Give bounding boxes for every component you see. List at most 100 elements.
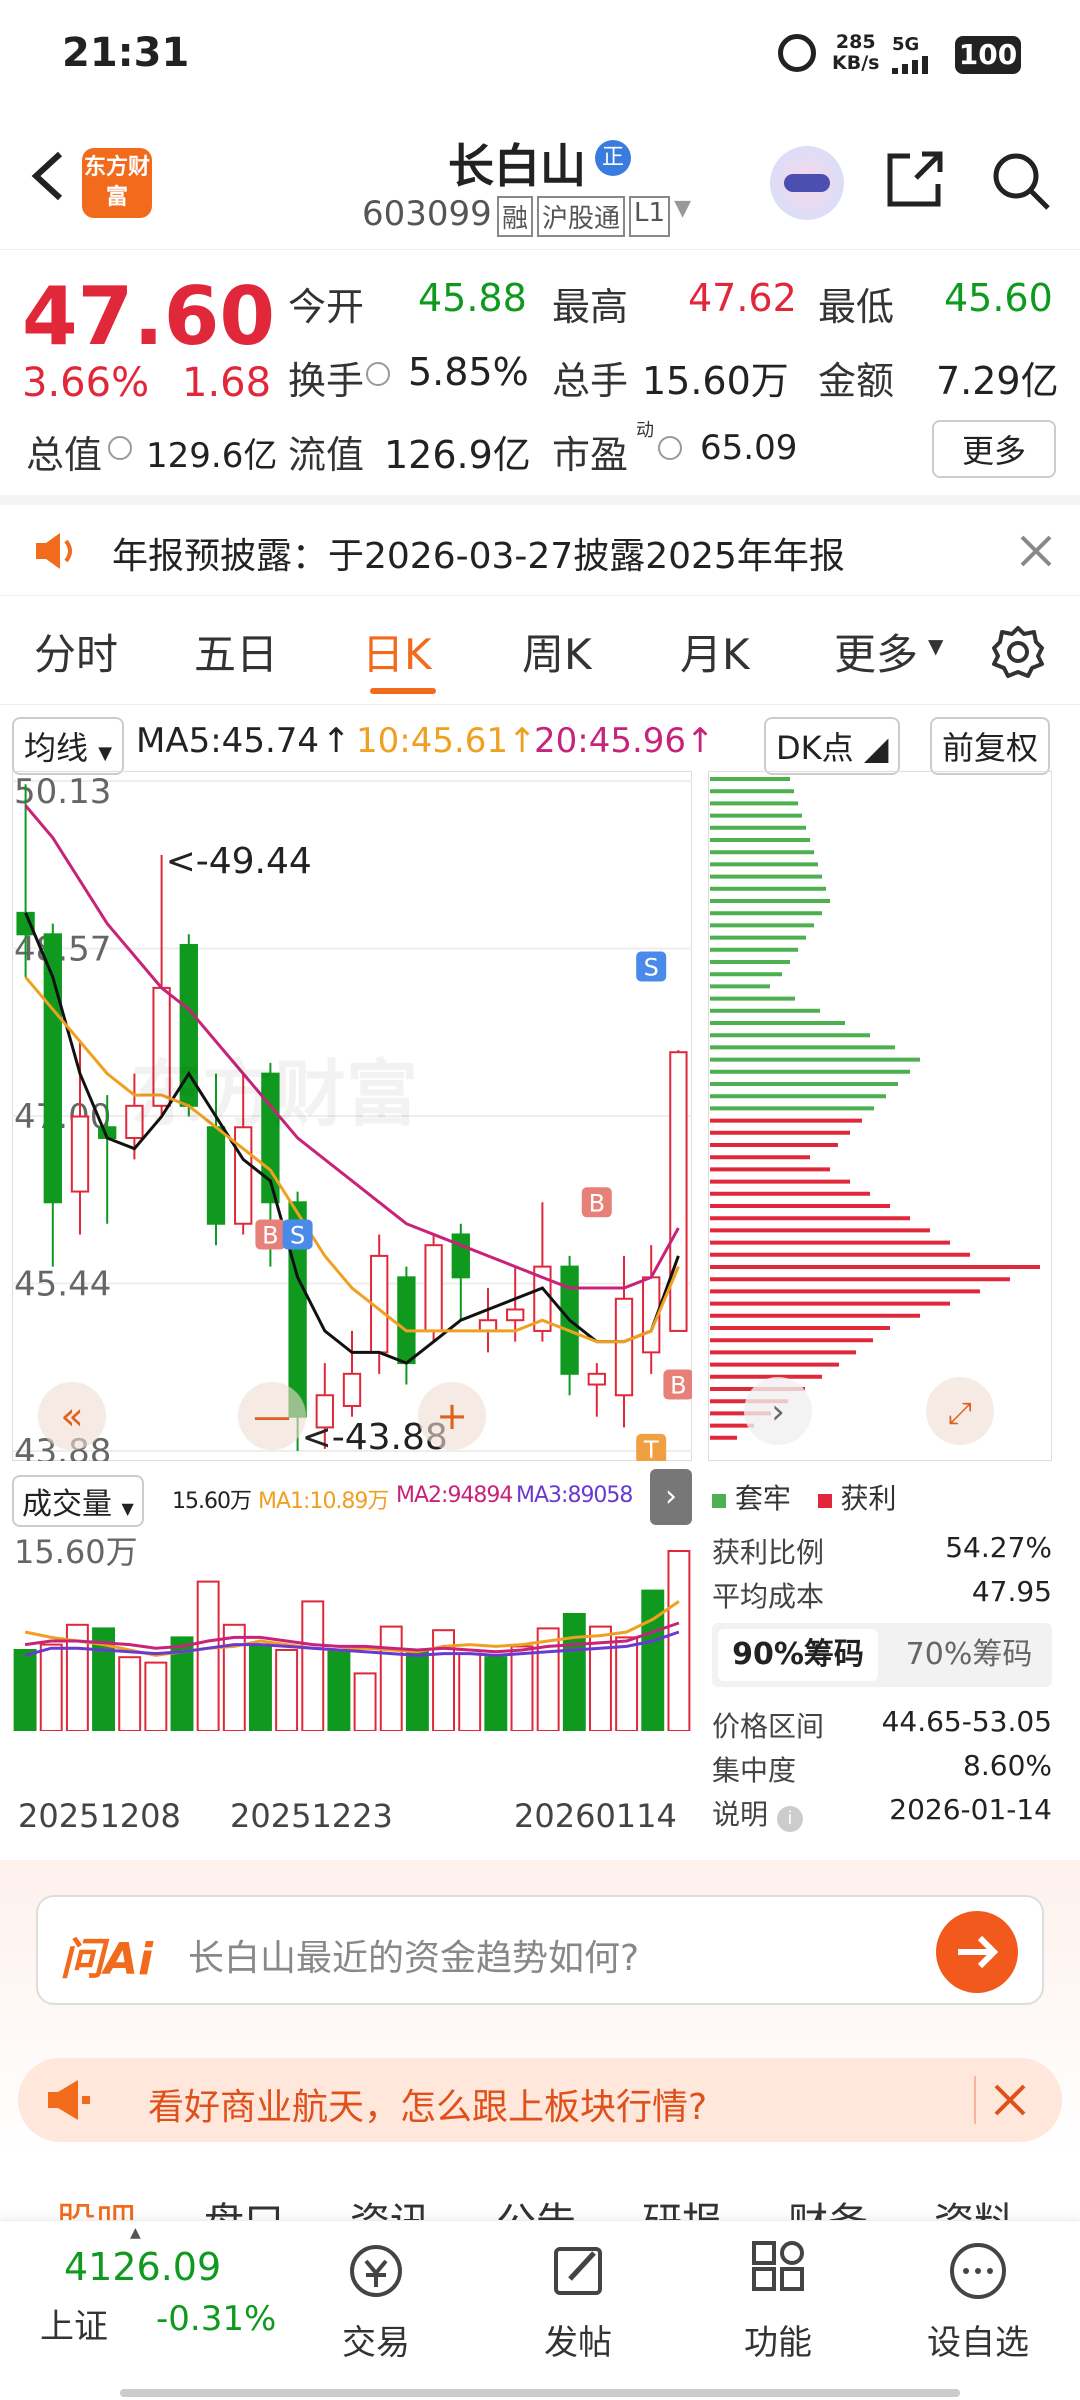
chevron-right-icon: › xyxy=(771,1392,785,1432)
volume-selector-label: 成交量 xyxy=(22,1487,112,1522)
high-annotation: <-49.44 xyxy=(166,841,312,882)
trade-marker-label: S xyxy=(290,1221,305,1249)
close-icon[interactable] xyxy=(990,2080,1030,2120)
search-icon[interactable] xyxy=(988,148,1054,214)
eastmoney-logo[interactable]: 东方财富 xyxy=(82,148,152,218)
dk-button-label: DK点 xyxy=(776,729,854,767)
info-icon[interactable] xyxy=(366,362,390,386)
more-button[interactable]: 更多 xyxy=(932,420,1056,478)
low-value: 45.60 xyxy=(944,276,1053,320)
volume-bar xyxy=(484,1656,508,1731)
tab-financials[interactable]: 财务 xyxy=(788,2190,868,2220)
expand-panel-button[interactable]: › xyxy=(650,1469,692,1525)
assistant-avatar[interactable] xyxy=(770,146,844,220)
trade-button[interactable]: 交易 xyxy=(306,2239,446,2364)
volume-bar xyxy=(39,1643,63,1731)
ma20-readout: 20:45.96 xyxy=(534,721,687,761)
arrow-right-icon xyxy=(958,1935,999,1969)
candle-body xyxy=(397,1276,416,1365)
adjust-button[interactable]: 前复权 xyxy=(930,717,1051,775)
volume-bar xyxy=(118,1656,142,1731)
tag-margin: 融 xyxy=(497,196,534,237)
volume-bar xyxy=(405,1650,429,1731)
ai-submit-button[interactable] xyxy=(936,1911,1018,1993)
share-icon[interactable] xyxy=(882,146,948,212)
candle-body xyxy=(669,1051,688,1332)
stat-label: 获利比例 xyxy=(712,1536,825,1569)
chart-area: 均线 ▼ MA5:45.74 ↑ 10:45.61 ↑ 20:45.96 ↑ D… xyxy=(0,705,1080,1860)
ma5-readout: MA5:45.74 xyxy=(136,721,320,761)
add-watchlist-label: 设自选 xyxy=(927,2323,1029,2363)
tab-research[interactable]: 研报 xyxy=(642,2190,722,2220)
tab-week-k[interactable]: 周K xyxy=(522,621,592,682)
notice-bar[interactable]: 年报预披露：于2026-03-27披露2025年年报 xyxy=(0,505,1080,595)
stat-label: 平均成本 xyxy=(712,1580,825,1613)
volume-value: 15.60万 xyxy=(642,359,789,403)
chevron-down-icon: ▼ xyxy=(928,634,944,658)
ai-logo: 问Ai xyxy=(60,1934,154,1985)
zoom-out-button-glyph: — xyxy=(253,1394,291,1438)
tab-chip-90[interactable]: 90%筹码 xyxy=(718,1629,878,1681)
net-speed: 285 xyxy=(835,31,876,53)
vol-ma1-readout: MA1:10.89万 xyxy=(258,1489,389,1514)
info-icon[interactable] xyxy=(108,436,132,460)
stat-value: 8.60% xyxy=(963,1749,1052,1782)
tab-chip-70[interactable]: 70%筹码 xyxy=(892,1629,1046,1681)
functions-button[interactable]: 功能 xyxy=(708,2239,848,2364)
volume-selector[interactable]: 成交量 ▼ xyxy=(12,1475,144,1527)
tab-news[interactable]: 资讯 xyxy=(350,2190,430,2220)
pe-value: 65.09 xyxy=(700,428,798,468)
trade-marker-label: T xyxy=(643,1436,659,1461)
index-value: 4126.09 xyxy=(64,2245,222,2289)
candle-body xyxy=(506,1308,525,1322)
info-icon[interactable]: i xyxy=(776,1806,803,1832)
candle-body xyxy=(424,1244,443,1332)
ai-question-box[interactable]: 问Ai 长白山最近的资金趋势如何? xyxy=(36,1895,1044,2005)
dropdown-icon[interactable]: ▼ xyxy=(674,196,691,237)
tab-indicator xyxy=(370,688,436,694)
tab-month-k[interactable]: 月K xyxy=(680,621,750,682)
pe-dynamic-mark: 动 xyxy=(636,420,654,441)
tab-orderbook[interactable]: 盘口 xyxy=(204,2190,284,2220)
tab-forum[interactable]: 股吧 xyxy=(56,2190,136,2220)
promo-banner[interactable]: 看好商业航天，怎么跟上板块行情? xyxy=(18,2058,1062,2142)
tag-level: L1 xyxy=(629,196,671,237)
status-bar: 21:31 285 KB/s 5G 100 xyxy=(0,0,1080,110)
volume-bar xyxy=(562,1613,586,1731)
registered-badge: 正 xyxy=(595,140,631,176)
pe-label: 市盈 xyxy=(552,433,629,477)
marketcap-label: 总值 xyxy=(26,433,103,477)
tab-five-day[interactable]: 五日 xyxy=(194,621,278,682)
chip-frame xyxy=(708,771,1052,1461)
tab-more[interactable]: 更多 xyxy=(834,621,918,682)
volume-label: 总手 xyxy=(552,359,629,403)
home-indicator xyxy=(120,2389,960,2397)
y-tick-label: 45.44 xyxy=(14,1265,111,1305)
volume-bar xyxy=(615,1636,639,1731)
settings-icon[interactable] xyxy=(990,624,1046,680)
index-widget[interactable]: ▲ 4126.09 上证 -0.31% xyxy=(0,2221,280,2371)
add-watchlist-button[interactable]: 设自选 xyxy=(908,2239,1048,2364)
tab-day-k[interactable]: 日K xyxy=(362,621,432,682)
stat-value: 2026-01-14 xyxy=(889,1793,1052,1826)
net-unit: KB/s xyxy=(832,52,880,74)
tab-announcements[interactable]: 公告 xyxy=(496,2190,576,2220)
trade-marker: B xyxy=(663,1369,692,1400)
candle-body xyxy=(478,1319,498,1332)
volume-chart[interactable]: 15.60万 xyxy=(12,1531,692,1731)
post-button[interactable]: 发帖 xyxy=(508,2239,648,2364)
close-icon[interactable] xyxy=(1016,531,1056,571)
stat-value: 44.65-53.05 xyxy=(881,1705,1052,1738)
vol-ma3-readout: MA3:89058 xyxy=(516,1483,633,1508)
trade-label: 交易 xyxy=(342,2323,410,2363)
last-price: 47.60 xyxy=(22,270,276,363)
tab-profile[interactable]: 资料 xyxy=(934,2190,1014,2220)
info-icon[interactable] xyxy=(658,436,682,460)
vol-axis-label: 15.60万 xyxy=(14,1533,138,1571)
back-icon[interactable] xyxy=(22,146,82,206)
ma10-readout: 10:45.61 xyxy=(356,721,509,761)
dk-button[interactable]: DK点 ◢ xyxy=(764,717,901,775)
ma-selector[interactable]: 均线 ▼ xyxy=(12,717,125,775)
volume-bar xyxy=(144,1661,168,1731)
tab-minute[interactable]: 分时 xyxy=(34,621,118,682)
